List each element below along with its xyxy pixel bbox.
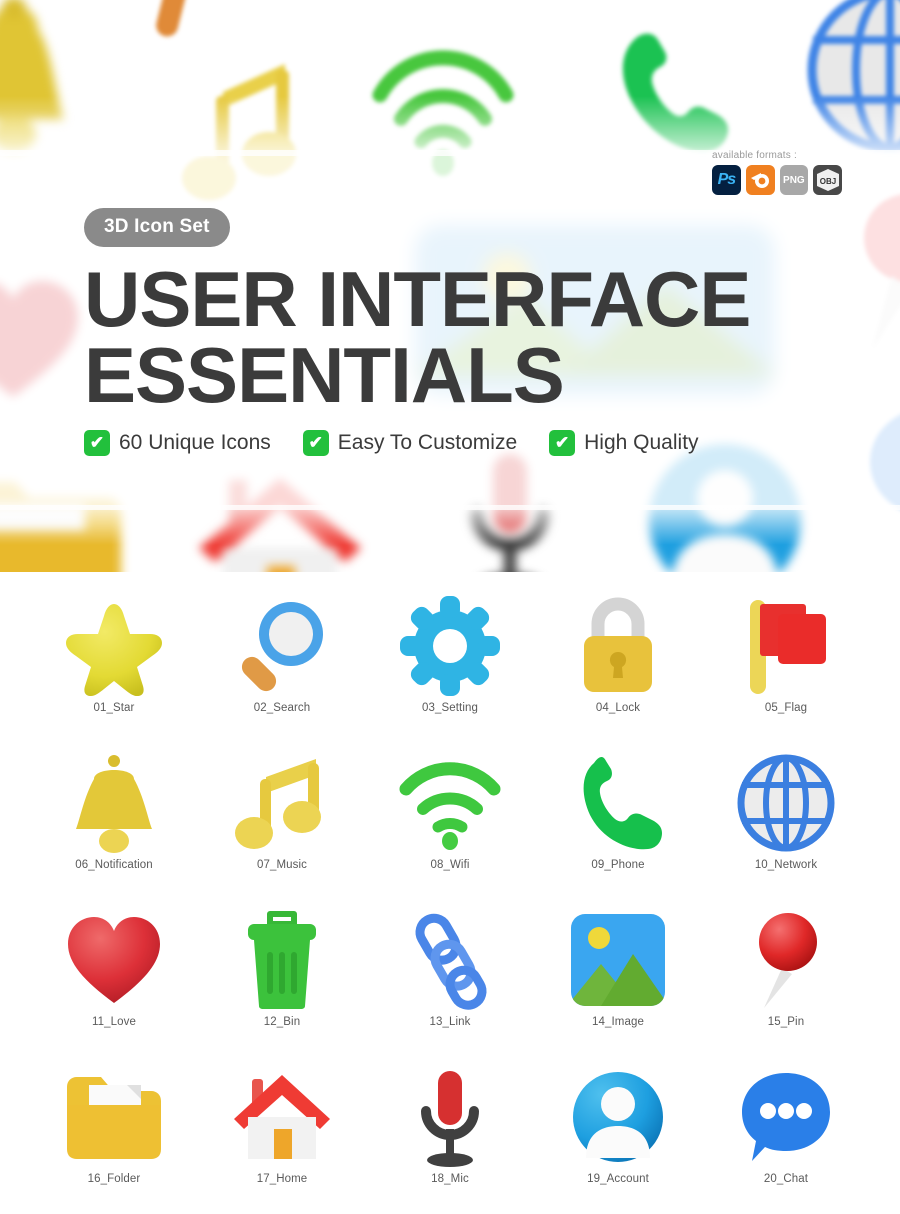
page-title-line-1: USER INTERFACE	[84, 255, 751, 343]
icon-label: 12_Bin	[263, 1016, 301, 1028]
icon-label: 03_Setting	[422, 702, 478, 714]
icon-cell-pin[interactable]: 15_Pin	[702, 900, 870, 1057]
icon-cell-bin[interactable]: 12_Bin	[198, 900, 366, 1057]
icon-label: 04_Lock	[595, 702, 641, 714]
folder-icon	[55, 1063, 173, 1171]
phone-icon	[559, 749, 677, 857]
mic-icon	[391, 1063, 509, 1171]
bg-folder-icon	[0, 470, 135, 572]
icon-cell-wifi[interactable]: 08_Wifi	[366, 743, 534, 900]
account-icon	[559, 1063, 677, 1171]
bg-mic-icon	[455, 450, 565, 572]
icon-label: 02_Search	[253, 702, 311, 714]
search-icon	[223, 592, 341, 700]
home-icon	[223, 1063, 341, 1171]
poster: 3D Icon Set USER INTERFACE ESSENTIALS ✔ …	[0, 0, 900, 1200]
icon-label: 08_Wifi	[430, 859, 470, 871]
network-icon	[727, 749, 845, 857]
icon-label: 01_Star	[93, 702, 135, 714]
feature-list: ✔ 60 Unique Icons ✔ Easy To Customize ✔ …	[84, 429, 844, 456]
icon-label: 20_Chat	[763, 1173, 809, 1185]
feature-item: ✔ 60 Unique Icons	[84, 429, 271, 456]
bg-home-icon	[195, 470, 365, 572]
icon-label: 19_Account	[587, 1173, 649, 1185]
feature-label: High Quality	[584, 430, 699, 454]
feature-item: ✔ High Quality	[549, 429, 699, 456]
icon-label: 16_Folder	[87, 1173, 141, 1185]
link-icon	[391, 906, 509, 1014]
icon-cell-link[interactable]: 13_Link	[366, 900, 534, 1057]
bg-account-icon	[645, 440, 805, 572]
hero-content: 3D Icon Set USER INTERFACE ESSENTIALS ✔ …	[84, 208, 844, 456]
available-formats: available formats : Ps PNG OBJ	[712, 150, 842, 195]
notification-icon	[55, 749, 173, 857]
badge-3d-icon-set: 3D Icon Set	[84, 208, 230, 247]
bg-bell-icon	[0, 0, 90, 190]
hero-section: 3D Icon Set USER INTERFACE ESSENTIALS ✔ …	[0, 0, 900, 572]
icon-label: 15_Pin	[767, 1016, 805, 1028]
blender-format-badge	[745, 165, 775, 195]
check-icon: ✔	[84, 429, 110, 456]
lock-icon	[559, 592, 677, 700]
pin-icon	[727, 906, 845, 1014]
icon-cell-star[interactable]: 01_Star	[30, 586, 198, 743]
page-title: USER INTERFACE ESSENTIALS	[84, 255, 844, 420]
icon-cell-phone[interactable]: 09_Phone	[534, 743, 702, 900]
bg-love-icon	[0, 265, 88, 415]
icon-cell-home[interactable]: 17_Home	[198, 1057, 366, 1214]
icon-cell-network[interactable]: 10_Network	[702, 743, 870, 900]
icon-cell-mic[interactable]: 18_Mic	[366, 1057, 534, 1214]
svg-text:OBJ: OBJ	[819, 177, 835, 186]
icon-grid: 01_Star 02_Search 03_Setting 04_Lock 05_…	[30, 586, 870, 1214]
feature-label: Easy To Customize	[337, 430, 518, 454]
available-formats-label: available formats :	[712, 150, 797, 161]
setting-icon	[391, 592, 509, 700]
icon-grid-section: 01_Star 02_Search 03_Setting 04_Lock 05_…	[0, 572, 900, 1200]
icon-label: 18_Mic	[431, 1173, 469, 1185]
icon-cell-chat[interactable]: 20_Chat	[702, 1057, 870, 1214]
bg-music-icon	[175, 50, 325, 210]
bg-chat-icon	[866, 400, 900, 540]
icon-label: 14_Image	[592, 1016, 644, 1028]
icon-cell-music[interactable]: 07_Music	[198, 743, 366, 900]
wifi-icon	[391, 749, 509, 857]
icon-label: 06_Notification	[75, 859, 153, 871]
page-title-line-2: ESSENTIALS	[84, 331, 565, 420]
icon-label: 10_Network	[754, 859, 818, 871]
check-icon: ✔	[549, 429, 576, 456]
check-icon: ✔	[302, 429, 329, 456]
icon-label: 17_Home	[256, 1173, 308, 1185]
image-icon	[559, 906, 677, 1014]
bg-phone-icon	[600, 20, 760, 170]
bg-network-icon	[805, 0, 900, 155]
feature-label: 60 Unique Icons	[119, 430, 271, 454]
obj-format-badge: OBJ	[813, 165, 842, 195]
icon-cell-love[interactable]: 11_Love	[30, 900, 198, 1057]
icon-cell-image[interactable]: 14_Image	[534, 900, 702, 1057]
bg-pin-icon	[862, 190, 900, 360]
chat-icon	[727, 1063, 845, 1171]
bin-icon	[223, 906, 341, 1014]
flag-icon	[727, 592, 845, 700]
png-format-badge: PNG	[779, 165, 809, 195]
icon-label: 13_Link	[429, 1016, 471, 1028]
icon-cell-flag[interactable]: 05_Flag	[702, 586, 870, 743]
icon-cell-account[interactable]: 19_Account	[534, 1057, 702, 1214]
feature-item: ✔ Easy To Customize	[302, 429, 518, 456]
love-icon	[55, 906, 173, 1014]
photoshop-format-badge: Ps	[712, 165, 741, 195]
icon-cell-search[interactable]: 02_Search	[198, 586, 366, 743]
icon-cell-lock[interactable]: 04_Lock	[534, 586, 702, 743]
bg-wifi-icon	[368, 50, 518, 176]
icon-label: 09_Phone	[591, 859, 645, 871]
music-icon	[223, 749, 341, 857]
icon-cell-notification[interactable]: 06_Notification	[30, 743, 198, 900]
star-icon	[55, 592, 173, 700]
icon-label: 07_Music	[256, 859, 308, 871]
icon-label: 05_Flag	[764, 702, 808, 714]
icon-cell-setting[interactable]: 03_Setting	[366, 586, 534, 743]
icon-label: 11_Love	[92, 1016, 136, 1028]
icon-cell-folder[interactable]: 16_Folder	[30, 1057, 198, 1214]
